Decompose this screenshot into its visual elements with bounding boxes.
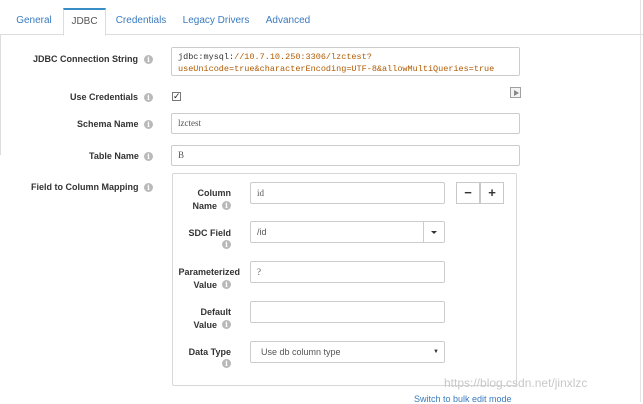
column-name-input[interactable]: id — [250, 182, 445, 204]
use-credentials-checkbox[interactable]: ✓ — [172, 92, 181, 101]
data-type-select[interactable]: Use db column type ▼ — [250, 341, 445, 363]
info-icon: i — [144, 55, 153, 64]
watermark: https://blog.csdn.net/jinxlzc — [444, 376, 588, 390]
info-icon: i — [144, 152, 153, 161]
default-value-label-2: Value — [193, 320, 217, 330]
connection-params: useUnicode=true&characterEncoding=UTF-8&… — [178, 64, 495, 74]
data-type-value: Use db column type — [261, 347, 341, 357]
info-icon: i — [144, 120, 153, 129]
sdc-field-value: /id — [257, 227, 267, 237]
parameterized-value-label: Parameterized — [178, 267, 240, 277]
default-value-input[interactable] — [250, 301, 445, 323]
tab-legacy-drivers[interactable]: Legacy Drivers — [178, 8, 254, 35]
column-name-label: Column — [197, 188, 232, 198]
sdc-field-select[interactable]: /id — [250, 221, 445, 243]
connection-string-input[interactable]: jdbc:mysql://10.7.10.250:3306/lzctest? u… — [171, 47, 520, 76]
info-icon: i — [222, 240, 231, 249]
chevron-down-icon: ▼ — [433, 349, 439, 355]
add-row-button[interactable]: + — [480, 182, 504, 204]
field-mapping-label: Field to Column Mapping — [31, 182, 139, 192]
chevron-down-icon[interactable] — [423, 222, 444, 242]
schema-name-label: Schema Name — [77, 119, 139, 129]
bulk-edit-link[interactable]: Switch to bulk edit mode — [414, 394, 512, 404]
tab-general[interactable]: General — [8, 8, 60, 35]
sdc-field-label: SDC Field — [188, 228, 231, 238]
connection-string-label: JDBC Connection String — [33, 54, 138, 64]
info-icon: i — [222, 280, 231, 289]
table-name-input[interactable]: B — [171, 145, 520, 166]
default-value-label: Default — [200, 307, 231, 317]
tab-bar: General JDBC Credentials Legacy Drivers … — [0, 0, 643, 36]
info-icon: i — [222, 359, 231, 368]
info-icon: i — [144, 93, 153, 102]
tab-jdbc[interactable]: JDBC — [63, 8, 106, 36]
right-divider — [640, 0, 641, 402]
column-name-label-2: Name — [192, 201, 217, 211]
tab-credentials[interactable]: Credentials — [110, 8, 172, 35]
remove-row-button[interactable]: − — [456, 182, 480, 204]
left-divider — [0, 35, 1, 155]
parameterized-value-input[interactable]: ? — [250, 261, 445, 283]
connection-host: //10.7.10.250:3306/lzctest? — [234, 52, 372, 62]
info-icon: i — [222, 320, 231, 329]
info-icon: i — [222, 201, 231, 210]
info-icon: i — [144, 183, 153, 192]
table-name-label: Table Name — [89, 151, 139, 161]
use-credentials-label: Use Credentials — [70, 92, 139, 102]
tab-advanced[interactable]: Advanced — [260, 8, 316, 35]
schema-name-input[interactable]: lzctest — [171, 113, 520, 134]
data-type-label: Data Type — [188, 347, 231, 357]
parameterized-value-label-2: Value — [193, 280, 217, 290]
connection-prefix: jdbc:mysql: — [178, 52, 235, 62]
play-icon[interactable] — [510, 87, 521, 98]
